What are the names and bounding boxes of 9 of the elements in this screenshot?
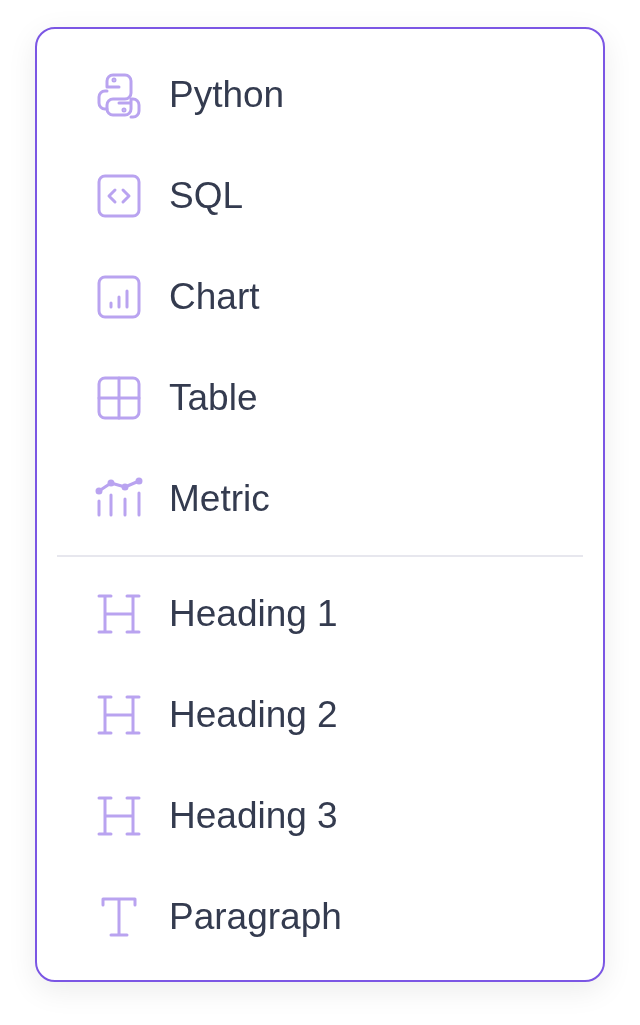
menu-item[interactable]: Heading 1	[37, 563, 603, 664]
menu-item[interactable]: Python	[37, 44, 603, 145]
menu-item[interactable]: Heading 3	[37, 765, 603, 866]
menu-item[interactable]: Heading 2	[37, 664, 603, 765]
menu-item[interactable]: Paragraph	[37, 866, 603, 967]
menu-item[interactable]: Chart	[37, 246, 603, 347]
menu-item[interactable]: Metric	[37, 448, 603, 549]
menu-item[interactable]: Table	[37, 347, 603, 448]
menu-item[interactable]: SQL	[37, 145, 603, 246]
